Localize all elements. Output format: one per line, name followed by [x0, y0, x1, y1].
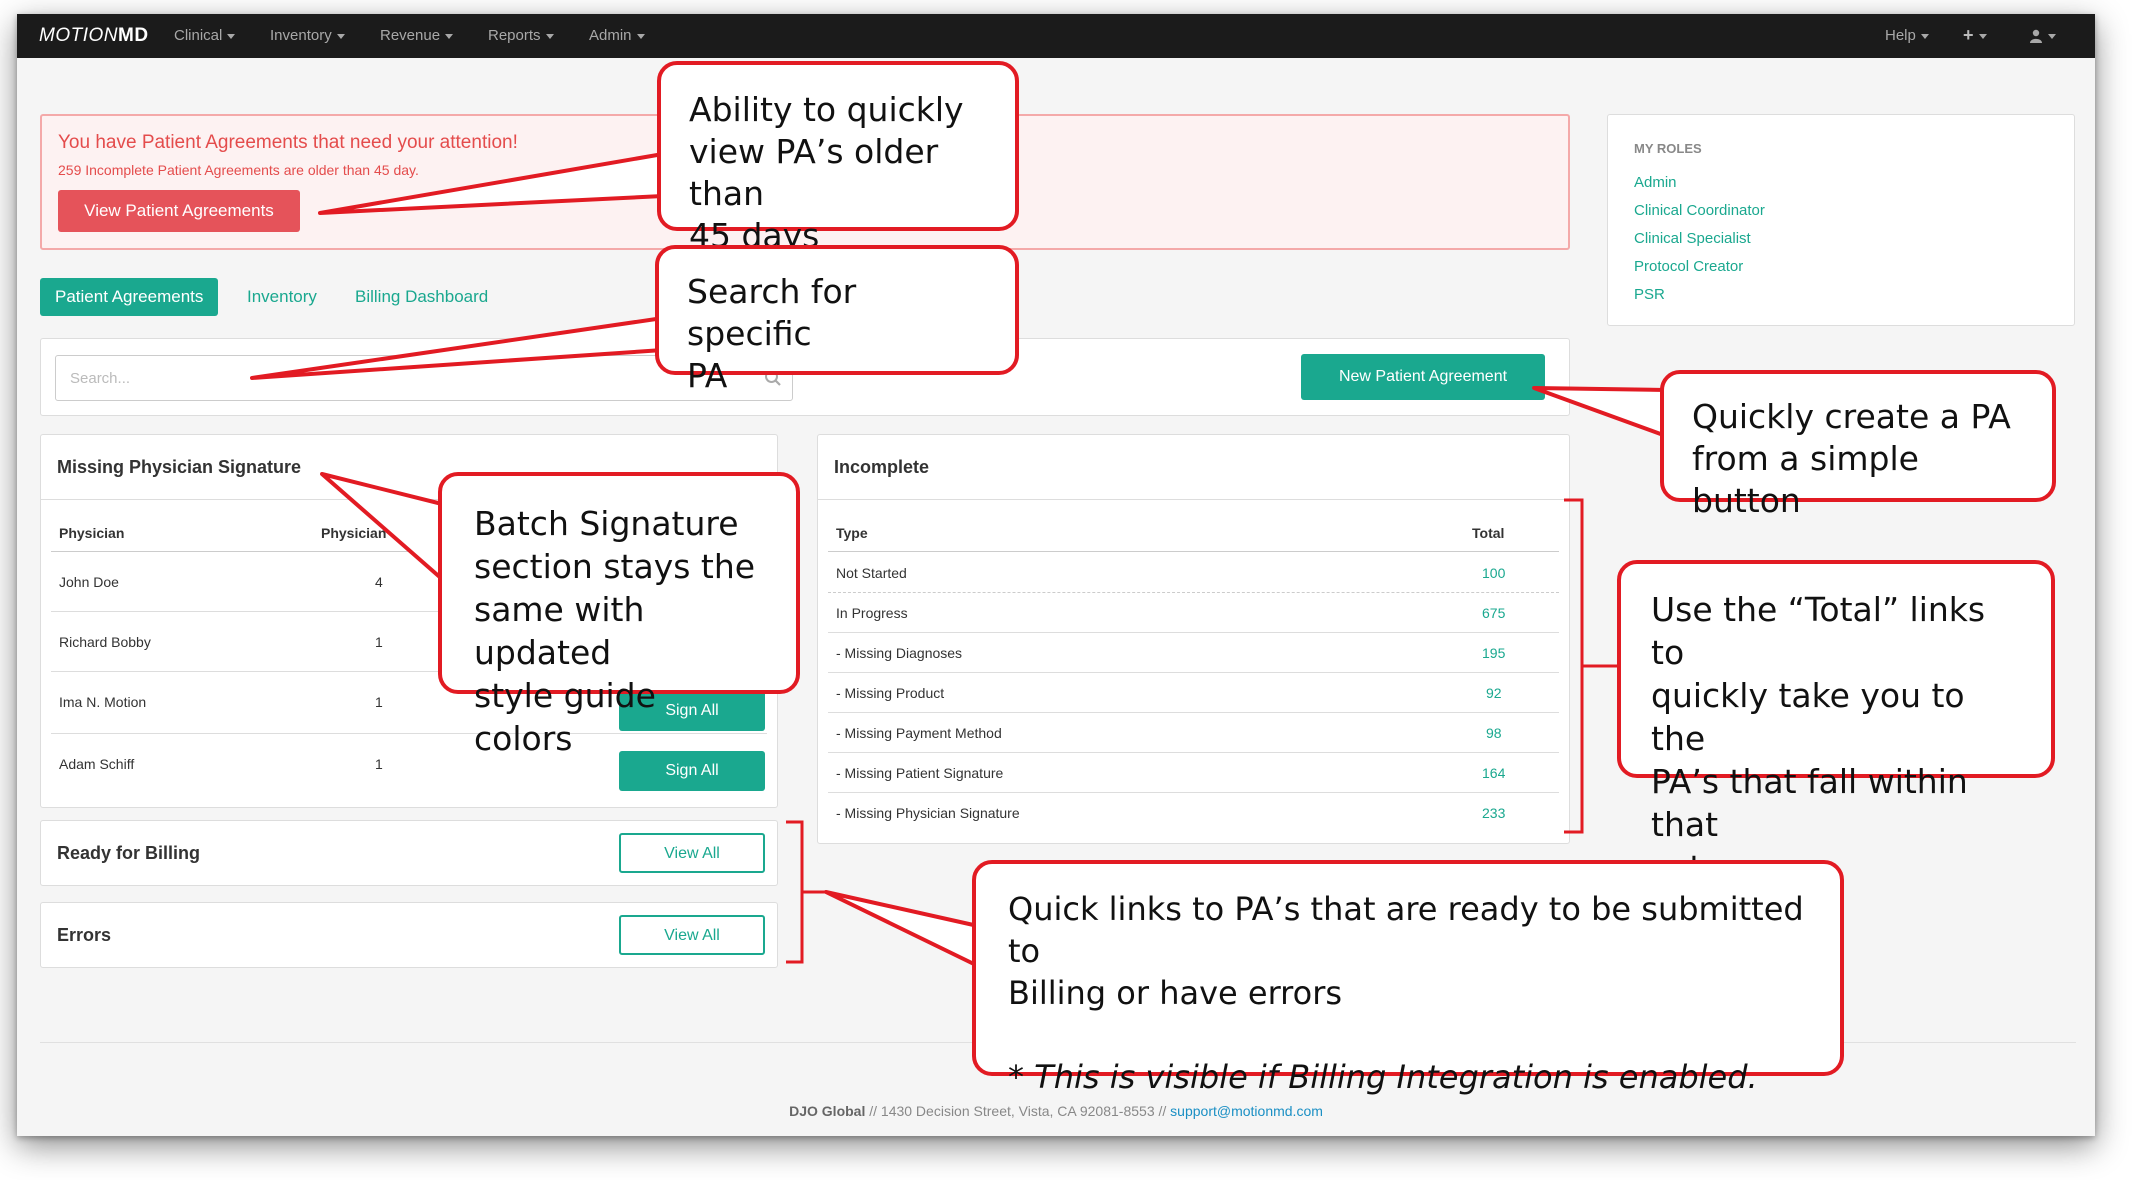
callout-text: Quickly create a PA — [1692, 397, 2011, 436]
callout-text: PA’s that fall within that — [1651, 762, 1968, 844]
bracket-billing — [786, 820, 804, 964]
callout-text: Ability to quickly — [689, 90, 964, 129]
callout-billing-links: Quick links to PA’s that are ready to be… — [972, 860, 1844, 1096]
callout-text: from a simple button — [1692, 439, 1919, 520]
callout-total-links: Use the “Total” links to quickly take yo… — [1617, 560, 2055, 887]
callout-batch-signature: Batch Signature section stays the same w… — [438, 472, 800, 758]
callout-text: Batch Signature — [474, 504, 739, 543]
pointer-create — [1532, 386, 1668, 438]
callout-text: quickly take you to the — [1651, 676, 1965, 758]
callout-text: Billing or have errors — [1008, 974, 1343, 1012]
callout-note: * This is visible if Billing Integration… — [1008, 1058, 1758, 1096]
pointer-batch — [320, 472, 452, 588]
callout-text: PA — [687, 356, 728, 395]
callout-search: Search for specific PA — [655, 245, 1019, 395]
callout-text: Use the “Total” links to — [1651, 590, 1986, 672]
pointer-older — [318, 152, 665, 215]
callout-text: style guide colors — [474, 676, 656, 758]
callout-text: Search for specific — [687, 272, 857, 353]
callout-text: view PA’s older than — [689, 132, 939, 213]
bracket-total — [1564, 498, 1584, 834]
callout-older-pas: Ability to quickly view PA’s older than … — [657, 61, 1019, 255]
callout-text: same with updated — [474, 590, 645, 672]
callout-text: Quick links to PA’s that are ready to be… — [1008, 890, 1804, 970]
pointer-search — [250, 316, 665, 380]
pointer-billing — [824, 890, 980, 968]
callout-create-pa: Quickly create a PA from a simple button — [1660, 370, 2056, 520]
callout-text: section stays the — [474, 547, 756, 586]
